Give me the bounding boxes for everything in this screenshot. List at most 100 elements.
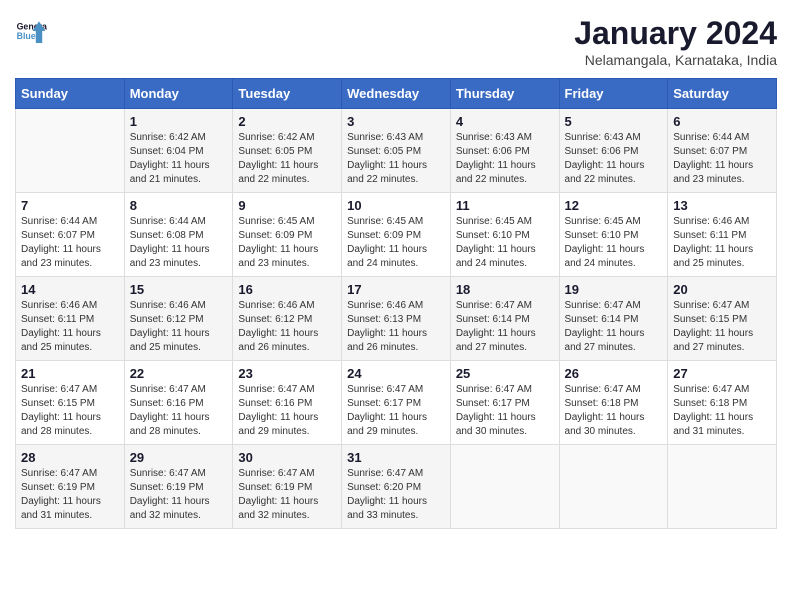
day-info: Sunrise: 6:45 AM Sunset: 6:10 PM Dayligh…	[456, 215, 554, 271]
day-number: 9	[238, 198, 336, 213]
month-title: January 2024	[574, 15, 777, 52]
calendar-cell: 28 Sunrise: 6:47 AM Sunset: 6:19 PM Dayli…	[16, 445, 125, 529]
day-number: 6	[673, 114, 771, 129]
calendar-cell: 13 Sunrise: 6:46 AM Sunset: 6:11 PM Dayli…	[668, 193, 777, 277]
day-number: 28	[21, 450, 119, 465]
calendar-cell: 3 Sunrise: 6:43 AM Sunset: 6:05 PM Daylig…	[342, 109, 451, 193]
calendar-cell: 6 Sunrise: 6:44 AM Sunset: 6:07 PM Daylig…	[668, 109, 777, 193]
day-info: Sunrise: 6:45 AM Sunset: 6:10 PM Dayligh…	[565, 215, 663, 271]
day-number: 12	[565, 198, 663, 213]
calendar-cell: 15 Sunrise: 6:46 AM Sunset: 6:12 PM Dayli…	[124, 277, 233, 361]
day-info: Sunrise: 6:46 AM Sunset: 6:11 PM Dayligh…	[21, 299, 119, 355]
calendar-cell: 10Sunrise: 6:45 AM Sunset: 6:09 PM Dayli…	[342, 193, 451, 277]
calendar-cell	[559, 445, 668, 529]
day-number: 18	[456, 282, 554, 297]
day-info: Sunrise: 6:45 AM Sunset: 6:09 PM Dayligh…	[347, 215, 445, 271]
day-info: Sunrise: 6:47 AM Sunset: 6:16 PM Dayligh…	[130, 383, 228, 439]
day-info: Sunrise: 6:43 AM Sunset: 6:06 PM Dayligh…	[456, 131, 554, 187]
day-info: Sunrise: 6:47 AM Sunset: 6:19 PM Dayligh…	[130, 467, 228, 523]
calendar-cell: 24Sunrise: 6:47 AM Sunset: 6:17 PM Dayli…	[342, 361, 451, 445]
calendar-cell: 26 Sunrise: 6:47 AM Sunset: 6:18 PM Dayli…	[559, 361, 668, 445]
day-number: 20	[673, 282, 771, 297]
calendar-cell: 1 Sunrise: 6:42 AM Sunset: 6:04 PM Daylig…	[124, 109, 233, 193]
day-info: Sunrise: 6:47 AM Sunset: 6:14 PM Dayligh…	[456, 299, 554, 355]
day-info: Sunrise: 6:45 AM Sunset: 6:09 PM Dayligh…	[238, 215, 336, 271]
calendar-cell: 20 Sunrise: 6:47 AM Sunset: 6:15 PM Dayli…	[668, 277, 777, 361]
calendar-cell: 21 Sunrise: 6:47 AM Sunset: 6:15 PM Dayli…	[16, 361, 125, 445]
day-info: Sunrise: 6:47 AM Sunset: 6:18 PM Dayligh…	[565, 383, 663, 439]
day-info: Sunrise: 6:43 AM Sunset: 6:06 PM Dayligh…	[565, 131, 663, 187]
calendar-cell: 31Sunrise: 6:47 AM Sunset: 6:20 PM Dayli…	[342, 445, 451, 529]
day-header-saturday: Saturday	[668, 79, 777, 109]
title-area: January 2024 Nelamangala, Karnataka, Ind…	[574, 15, 777, 68]
day-number: 27	[673, 366, 771, 381]
calendar-cell: 22 Sunrise: 6:47 AM Sunset: 6:16 PM Dayli…	[124, 361, 233, 445]
day-number: 25	[456, 366, 554, 381]
week-row-5: 28 Sunrise: 6:47 AM Sunset: 6:19 PM Dayli…	[16, 445, 777, 529]
day-number: 21	[21, 366, 119, 381]
day-number: 7	[21, 198, 119, 213]
day-header-monday: Monday	[124, 79, 233, 109]
day-number: 2	[238, 114, 336, 129]
calendar-cell: 18 Sunrise: 6:47 AM Sunset: 6:14 PM Dayli…	[450, 277, 559, 361]
calendar-cell: 8 Sunrise: 6:44 AM Sunset: 6:08 PM Daylig…	[124, 193, 233, 277]
day-number: 5	[565, 114, 663, 129]
day-number: 3	[347, 114, 445, 129]
day-info: Sunrise: 6:44 AM Sunset: 6:08 PM Dayligh…	[130, 215, 228, 271]
day-info: Sunrise: 6:47 AM Sunset: 6:19 PM Dayligh…	[238, 467, 336, 523]
svg-text:Blue: Blue	[17, 31, 36, 41]
day-number: 16	[238, 282, 336, 297]
calendar-cell: 14 Sunrise: 6:46 AM Sunset: 6:11 PM Dayli…	[16, 277, 125, 361]
day-number: 1	[130, 114, 228, 129]
day-info: Sunrise: 6:47 AM Sunset: 6:15 PM Dayligh…	[673, 299, 771, 355]
days-header-row: SundayMondayTuesdayWednesdayThursdayFrid…	[16, 79, 777, 109]
day-info: Sunrise: 6:47 AM Sunset: 6:18 PM Dayligh…	[673, 383, 771, 439]
day-number: 22	[130, 366, 228, 381]
day-info: Sunrise: 6:46 AM Sunset: 6:11 PM Dayligh…	[673, 215, 771, 271]
day-number: 23	[238, 366, 336, 381]
day-number: 4	[456, 114, 554, 129]
day-info: Sunrise: 6:47 AM Sunset: 6:15 PM Dayligh…	[21, 383, 119, 439]
day-number: 15	[130, 282, 228, 297]
calendar-cell: 19 Sunrise: 6:47 AM Sunset: 6:14 PM Dayli…	[559, 277, 668, 361]
day-info: Sunrise: 6:47 AM Sunset: 6:14 PM Dayligh…	[565, 299, 663, 355]
day-number: 14	[21, 282, 119, 297]
calendar-cell: 5 Sunrise: 6:43 AM Sunset: 6:06 PM Daylig…	[559, 109, 668, 193]
calendar-cell	[668, 445, 777, 529]
calendar-cell: 23 Sunrise: 6:47 AM Sunset: 6:16 PM Dayli…	[233, 361, 342, 445]
day-info: Sunrise: 6:47 AM Sunset: 6:17 PM Dayligh…	[456, 383, 554, 439]
day-number: 26	[565, 366, 663, 381]
day-info: Sunrise: 6:46 AM Sunset: 6:12 PM Dayligh…	[238, 299, 336, 355]
day-info: Sunrise: 6:47 AM Sunset: 6:19 PM Dayligh…	[21, 467, 119, 523]
calendar-cell: 27 Sunrise: 6:47 AM Sunset: 6:18 PM Dayli…	[668, 361, 777, 445]
calendar-table: SundayMondayTuesdayWednesdayThursdayFrid…	[15, 78, 777, 529]
week-row-3: 14 Sunrise: 6:46 AM Sunset: 6:11 PM Dayli…	[16, 277, 777, 361]
day-info: Sunrise: 6:44 AM Sunset: 6:07 PM Dayligh…	[673, 131, 771, 187]
day-number: 19	[565, 282, 663, 297]
day-info: Sunrise: 6:47 AM Sunset: 6:16 PM Dayligh…	[238, 383, 336, 439]
calendar-cell: 12 Sunrise: 6:45 AM Sunset: 6:10 PM Dayli…	[559, 193, 668, 277]
day-info: Sunrise: 6:44 AM Sunset: 6:07 PM Dayligh…	[21, 215, 119, 271]
day-info: Sunrise: 6:42 AM Sunset: 6:04 PM Dayligh…	[130, 131, 228, 187]
calendar-cell: 16 Sunrise: 6:46 AM Sunset: 6:12 PM Dayli…	[233, 277, 342, 361]
calendar-cell	[16, 109, 125, 193]
location: Nelamangala, Karnataka, India	[574, 52, 777, 68]
calendar-cell	[450, 445, 559, 529]
day-number: 8	[130, 198, 228, 213]
calendar-cell: 9 Sunrise: 6:45 AM Sunset: 6:09 PM Daylig…	[233, 193, 342, 277]
week-row-2: 7 Sunrise: 6:44 AM Sunset: 6:07 PM Daylig…	[16, 193, 777, 277]
day-info: Sunrise: 6:46 AM Sunset: 6:12 PM Dayligh…	[130, 299, 228, 355]
calendar-cell: 4 Sunrise: 6:43 AM Sunset: 6:06 PM Daylig…	[450, 109, 559, 193]
day-header-tuesday: Tuesday	[233, 79, 342, 109]
day-number: 13	[673, 198, 771, 213]
calendar-cell: 11Sunrise: 6:45 AM Sunset: 6:10 PM Dayli…	[450, 193, 559, 277]
day-number: 17	[347, 282, 445, 297]
calendar-cell: 25 Sunrise: 6:47 AM Sunset: 6:17 PM Dayli…	[450, 361, 559, 445]
calendar-cell: 17Sunrise: 6:46 AM Sunset: 6:13 PM Dayli…	[342, 277, 451, 361]
day-info: Sunrise: 6:43 AM Sunset: 6:05 PM Dayligh…	[347, 131, 445, 187]
day-number: 30	[238, 450, 336, 465]
logo: General Blue	[15, 15, 47, 47]
day-info: Sunrise: 6:42 AM Sunset: 6:05 PM Dayligh…	[238, 131, 336, 187]
day-number: 31	[347, 450, 445, 465]
calendar-cell: 2 Sunrise: 6:42 AM Sunset: 6:05 PM Daylig…	[233, 109, 342, 193]
